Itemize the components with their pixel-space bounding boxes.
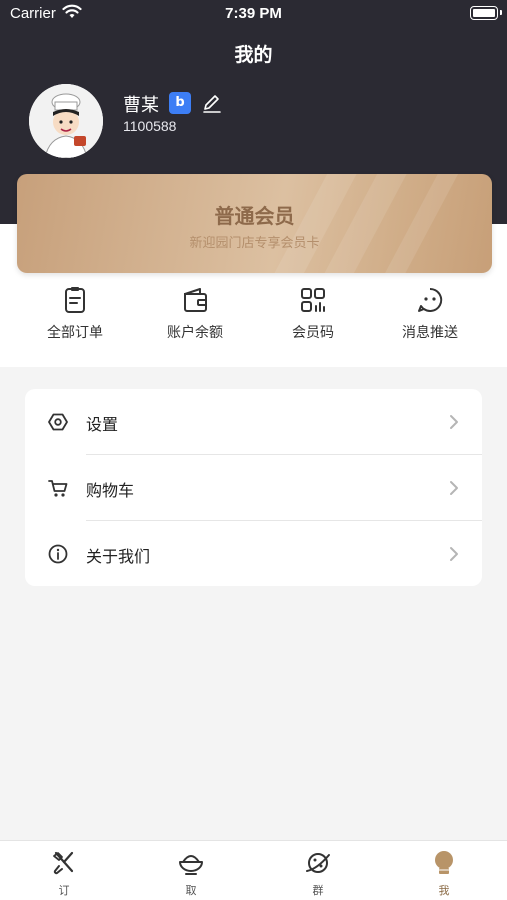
tab-group[interactable]: 群 <box>288 849 348 898</box>
tab-label: 取 <box>185 884 197 897</box>
qr-code-icon <box>301 288 325 312</box>
tab-label: 订 <box>58 884 70 897</box>
quick-action-label: 账户余额 <box>167 325 223 341</box>
message-icon <box>418 287 443 312</box>
info-icon <box>48 544 68 564</box>
quick-action-balance[interactable]: 账户余额 <box>135 285 255 342</box>
quick-action-label: 全部订单 <box>47 325 103 341</box>
menu-item-settings[interactable]: 设置 <box>25 389 482 455</box>
menu-item-label: 购物车 <box>86 481 135 500</box>
menu-list: 设置 购物车 关于我们 <box>25 389 482 586</box>
avatar[interactable] <box>29 84 103 158</box>
menu-item-cart[interactable]: 购物车 <box>25 455 482 521</box>
cart-icon <box>48 480 68 497</box>
tab-order[interactable]: 订 <box>34 849 94 898</box>
chef-avatar-icon <box>29 84 103 158</box>
chevron-right-icon <box>450 415 458 429</box>
menu-item-label: 关于我们 <box>86 547 151 566</box>
status-bar: Carrier 7:39 PM <box>0 0 507 28</box>
quick-action-label: 消息推送 <box>402 325 458 341</box>
battery-icon <box>470 6 502 20</box>
settings-icon <box>48 413 68 431</box>
user-name: 曹某 <box>123 95 159 116</box>
member-badge-icon: b <box>169 92 191 114</box>
utensils-icon <box>53 851 74 875</box>
quick-action-orders[interactable]: 全部订单 <box>15 285 135 342</box>
chevron-right-icon <box>450 481 458 495</box>
wallet-icon <box>184 288 207 312</box>
member-card[interactable]: 普通会员 新迎园门店专享会员卡 <box>17 174 492 273</box>
quick-action-member-code[interactable]: 会员码 <box>253 285 373 342</box>
tab-label: 我 <box>438 884 450 897</box>
order-list-icon <box>65 287 85 313</box>
bowl-icon <box>179 855 203 875</box>
member-card-subtitle: 新迎园门店专享会员卡 <box>189 236 320 251</box>
tab-bar: 订 取 群 我 <box>0 840 507 900</box>
quick-action-label: 会员码 <box>292 325 334 341</box>
tab-me[interactable]: 我 <box>414 849 474 898</box>
menu-item-label: 设置 <box>86 415 119 434</box>
member-level: 普通会员 <box>214 204 295 228</box>
edit-icon[interactable] <box>201 92 223 114</box>
tab-label: 群 <box>312 884 324 897</box>
planet-icon <box>306 853 330 873</box>
menu-item-about[interactable]: 关于我们 <box>25 521 482 587</box>
page-title: 我的 <box>234 44 273 66</box>
tab-pickup[interactable]: 取 <box>161 849 221 898</box>
quick-action-messages[interactable]: 消息推送 <box>370 285 490 342</box>
user-icon <box>435 851 453 874</box>
user-id: 1100588 <box>123 118 177 134</box>
chevron-right-icon <box>450 547 458 561</box>
status-time: 7:39 PM <box>225 5 282 22</box>
